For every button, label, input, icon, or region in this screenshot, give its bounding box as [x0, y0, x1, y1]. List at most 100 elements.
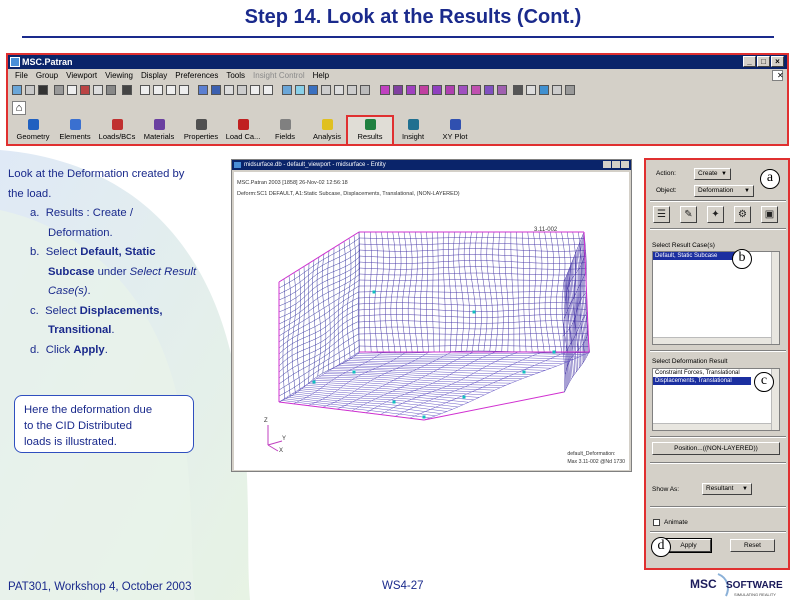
home-icon[interactable]: ⌂	[12, 101, 26, 115]
front-view-icon[interactable]	[282, 85, 292, 95]
step-text: Deformation.	[48, 226, 113, 239]
zoom-out-icon[interactable]	[250, 85, 260, 95]
label-on-icon[interactable]	[380, 85, 390, 95]
menu-preferences[interactable]: Preferences	[171, 69, 222, 83]
show-props-icon[interactable]	[484, 85, 494, 95]
app-properties-button[interactable]: Properties	[180, 117, 222, 144]
menu-help[interactable]: Help	[309, 69, 333, 83]
app-load-cases-button[interactable]: Load Ca...	[222, 117, 264, 144]
center-icon[interactable]	[237, 85, 247, 95]
position-button[interactable]: Position...((NON-LAYERED))	[652, 442, 780, 455]
top-view-icon[interactable]	[295, 85, 305, 95]
wireframe-icon[interactable]	[513, 85, 523, 95]
node-size-icon[interactable]	[406, 85, 416, 95]
animate-checkbox[interactable]	[653, 519, 660, 526]
menu-tools[interactable]: Tools	[222, 69, 249, 83]
menu-display[interactable]: Display	[137, 69, 171, 83]
menu-viewport[interactable]: Viewport	[62, 69, 101, 83]
badge-a: a	[760, 169, 780, 189]
copy-icon[interactable]	[67, 85, 77, 95]
new-icon[interactable]	[12, 85, 22, 95]
scrollbar[interactable]	[653, 423, 771, 430]
show-mats-icon[interactable]	[497, 85, 507, 95]
rotate-y-icon[interactable]	[153, 85, 163, 95]
print-icon[interactable]	[54, 85, 64, 95]
iso-view-3-icon[interactable]	[347, 85, 357, 95]
select-results-icon[interactable]: ☰	[653, 206, 670, 223]
iso-view-4-icon[interactable]	[360, 85, 370, 95]
scrollbar[interactable]	[653, 337, 771, 344]
badge-d: d	[651, 537, 671, 557]
slide-title: Step 14. Look at the Results (Cont.)	[244, 6, 582, 28]
step-text: Results : Create /	[45, 207, 133, 219]
app-fields-button[interactable]: Fields	[264, 117, 306, 144]
show-as-select[interactable]: Resultant ▼	[702, 483, 752, 495]
reset-button[interactable]: Reset	[730, 539, 775, 552]
app-xy-plot-button[interactable]: XY Plot	[434, 117, 476, 144]
shaded-icon[interactable]	[539, 85, 549, 95]
object-select[interactable]: Deformation ▼	[694, 185, 754, 197]
app-materials-button[interactable]: Materials	[138, 117, 180, 144]
open-icon[interactable]	[25, 85, 35, 95]
maximize-button[interactable]: □	[757, 56, 770, 67]
rotate-z-icon[interactable]	[166, 85, 176, 95]
side-view-icon[interactable]	[308, 85, 318, 95]
menu-file[interactable]: File	[11, 69, 32, 83]
pick-icon[interactable]	[106, 85, 116, 95]
list-item[interactable]: Default, Static Subcase	[653, 252, 741, 260]
apply-button[interactable]: Apply	[665, 538, 712, 553]
target-entities-icon[interactable]: ✎	[680, 206, 697, 223]
show-nodes-icon[interactable]	[419, 85, 429, 95]
display-attributes-icon[interactable]: ✦	[707, 206, 724, 223]
hidden-line-icon[interactable]	[526, 85, 536, 95]
app-geometry-button[interactable]: Geometry	[12, 117, 54, 144]
viewport-controls	[603, 161, 629, 168]
zoom-in-icon[interactable]	[263, 85, 273, 95]
show-as-value: Resultant	[706, 485, 734, 492]
label-off-icon[interactable]	[393, 85, 403, 95]
app-elements-button[interactable]: Elements	[54, 117, 96, 144]
iso-view-2-icon[interactable]	[334, 85, 344, 95]
result-cases-list[interactable]: Default, Static Subcase	[652, 251, 780, 345]
deformation-result-label: Select Deformation Result	[652, 358, 728, 365]
list-item[interactable]: Displacements, Translational	[653, 377, 751, 385]
app-insight-button[interactable]: Insight	[392, 117, 434, 144]
fields-icon	[279, 119, 291, 130]
app-analysis-button[interactable]: Analysis	[306, 117, 348, 144]
rotate-x-icon[interactable]	[140, 85, 150, 95]
animation-options-icon[interactable]: ▣	[761, 206, 778, 223]
undo-icon[interactable]	[80, 85, 90, 95]
plot-erase-icon[interactable]	[565, 85, 575, 95]
save-icon[interactable]	[38, 85, 48, 95]
menu-viewing[interactable]: Viewing	[101, 69, 137, 83]
action-label: Action:	[656, 170, 676, 177]
show-elements-icon[interactable]	[432, 85, 442, 95]
axis-z-label: Z	[264, 418, 268, 424]
refresh-icon[interactable]	[122, 85, 132, 95]
menubar-close-icon[interactable]: ✕	[772, 70, 784, 81]
smooth-shaded-icon[interactable]	[552, 85, 562, 95]
show-bcs-icon[interactable]	[471, 85, 481, 95]
close-button[interactable]: ×	[771, 56, 784, 67]
show-mpc-icon[interactable]	[445, 85, 455, 95]
zoom-box-icon[interactable]	[224, 85, 234, 95]
scrollbar[interactable]	[771, 252, 779, 344]
minimize-button[interactable]: _	[743, 56, 756, 67]
move-icon[interactable]	[211, 85, 221, 95]
show-loads-icon[interactable]	[458, 85, 468, 95]
viewport-maximize-button[interactable]	[612, 161, 620, 168]
action-select[interactable]: Create ▼	[694, 168, 731, 180]
elements-icon	[69, 119, 81, 130]
svg-text:SOFTWARE: SOFTWARE	[726, 580, 783, 591]
viewport-canvas[interactable]: MSC.Patran 2003 [1858] 26-Nov-02 12:56:1…	[234, 172, 629, 470]
viewport-close-button[interactable]	[621, 161, 629, 168]
viewport-minimize-button[interactable]	[603, 161, 611, 168]
app-loads-bcs-button[interactable]: Loads/BCs	[96, 117, 138, 144]
rotate-free-icon[interactable]	[179, 85, 189, 95]
pan-icon[interactable]	[93, 85, 103, 95]
app-results-button[interactable]: Results	[346, 115, 394, 146]
plot-options-icon[interactable]: ⚙	[734, 206, 751, 223]
menu-group[interactable]: Group	[32, 69, 62, 83]
iso-view-1-icon[interactable]	[321, 85, 331, 95]
fit-view-icon[interactable]	[198, 85, 208, 95]
